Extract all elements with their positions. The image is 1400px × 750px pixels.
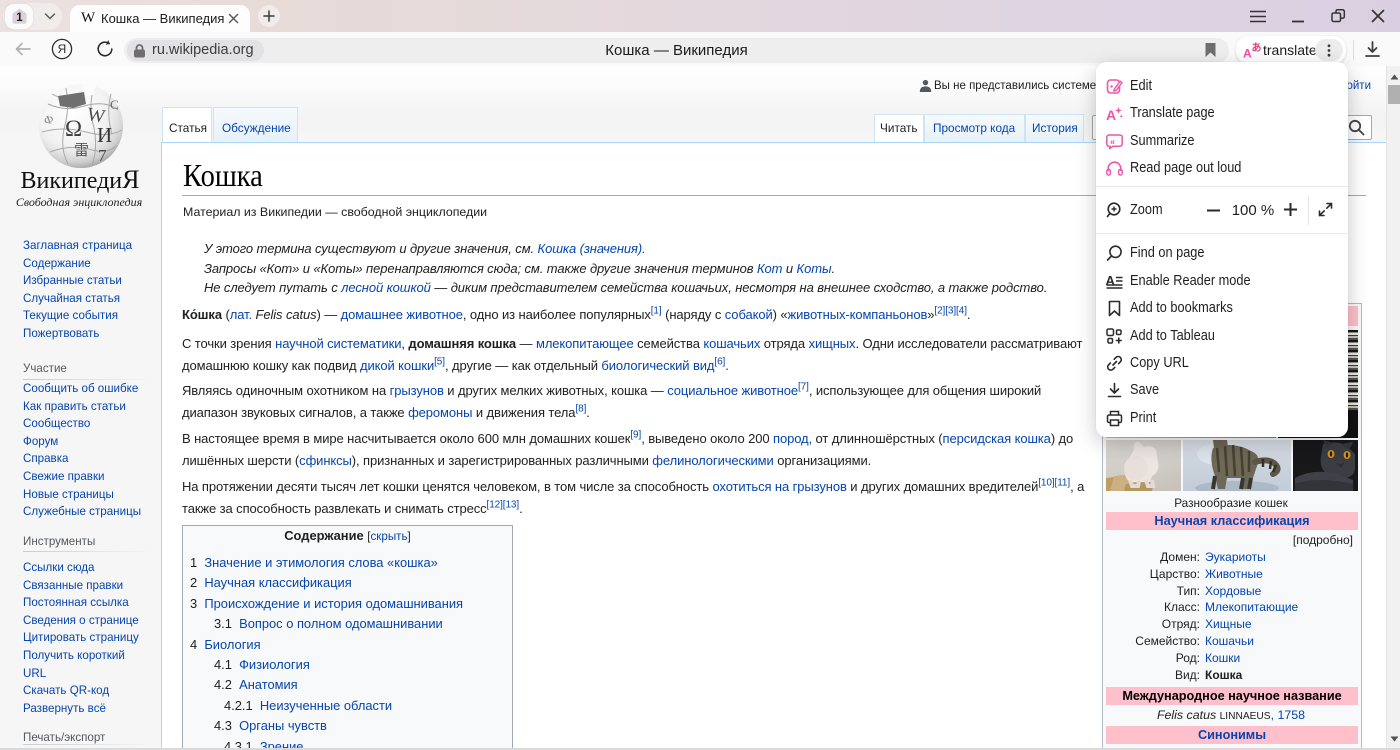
- svg-text:1: 1: [16, 12, 23, 24]
- svg-text:И: И: [97, 123, 112, 147]
- svg-text:«: «: [1110, 136, 1115, 146]
- svg-text:A: A: [1106, 107, 1116, 122]
- svg-text:あ: あ: [1252, 41, 1262, 54]
- svg-text:雷: 雷: [74, 143, 89, 159]
- svg-text:Я: Я: [58, 42, 67, 56]
- svg-text:Ω: Ω: [65, 116, 82, 141]
- svg-text:7: 7: [98, 146, 107, 165]
- svg-text:С: С: [110, 97, 119, 112]
